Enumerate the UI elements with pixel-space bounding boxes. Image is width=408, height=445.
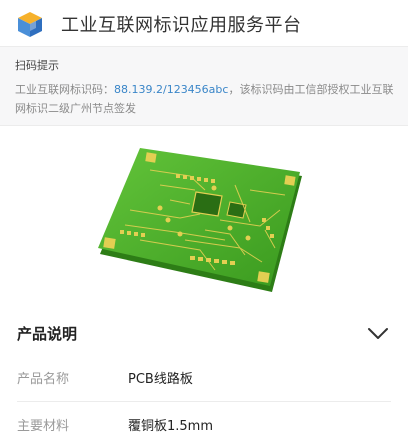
notice-text: 工业互联网标识码：88.139.2/123456abc，该标识码由工信部授权工业…	[15, 80, 399, 118]
detail-value: PCB线路板	[128, 372, 193, 387]
notice-text-prefix: 工业互联网标识码：	[15, 83, 114, 96]
pcb-board-image	[98, 148, 302, 292]
chevron-down-icon[interactable]	[367, 327, 389, 341]
notice-title: 扫码提示	[15, 59, 59, 72]
cube-logo-icon	[18, 12, 42, 37]
detail-row-material: 主要材料 覆铜板1.5mm	[0, 405, 408, 445]
app-header: 工业互联网标识应用服务平台	[0, 0, 408, 46]
section-title: 产品说明	[17, 325, 78, 343]
detail-label: 产品名称	[17, 372, 70, 387]
row-divider	[17, 401, 391, 402]
app-title: 工业互联网标识应用服务平台	[61, 15, 302, 36]
product-description-header[interactable]: 产品说明	[0, 309, 408, 357]
identifier-link[interactable]: 88.139.2/123456abc	[114, 83, 228, 96]
detail-value: 覆铜板1.5mm	[128, 419, 214, 434]
detail-row-product-name: 产品名称 PCB线路板	[0, 358, 408, 398]
scan-notice: 扫码提示 工业互联网标识码：88.139.2/123456abc，该标识码由工信…	[0, 46, 408, 126]
detail-label: 主要材料	[17, 419, 70, 434]
product-image	[0, 130, 408, 298]
